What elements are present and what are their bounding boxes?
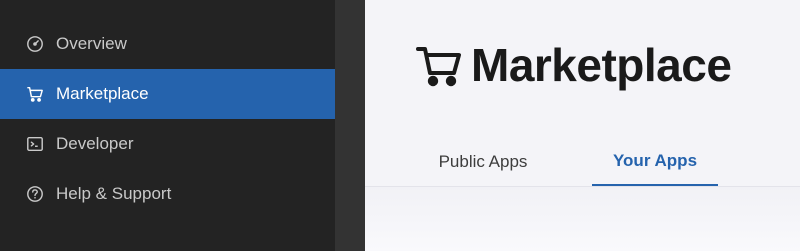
main-panel: Marketplace Public Apps Your Apps bbox=[365, 0, 800, 251]
tab-content bbox=[365, 187, 800, 251]
tab-bar: Public Apps Your Apps bbox=[365, 138, 800, 187]
cart-icon bbox=[415, 41, 463, 89]
sidebar-item-overview[interactable]: Overview bbox=[0, 19, 335, 69]
page-header: Marketplace bbox=[415, 38, 732, 92]
sidebar-item-developer[interactable]: Developer bbox=[0, 119, 335, 169]
tab-your-apps[interactable]: Your Apps bbox=[592, 138, 718, 186]
sidebar: Overview Marketplace Developer Help & Su… bbox=[0, 0, 335, 251]
sidebar-item-label: Marketplace bbox=[56, 84, 149, 103]
cart-icon bbox=[25, 84, 45, 104]
sidebar-divider bbox=[335, 0, 365, 251]
sidebar-item-marketplace[interactable]: Marketplace bbox=[0, 69, 335, 119]
tab-label: Public Apps bbox=[438, 151, 528, 171]
sidebar-item-help[interactable]: Help & Support bbox=[0, 169, 335, 219]
sidebar-item-label: Developer bbox=[56, 134, 134, 153]
sidebar-item-label: Overview bbox=[56, 34, 127, 53]
gauge-icon bbox=[25, 34, 45, 54]
sidebar-item-label: Help & Support bbox=[56, 184, 172, 203]
help-circle-icon bbox=[25, 184, 45, 204]
page-title: Marketplace bbox=[471, 39, 732, 91]
tab-label: Your Apps bbox=[612, 151, 698, 170]
tab-public-apps[interactable]: Public Apps bbox=[419, 138, 547, 185]
terminal-icon bbox=[25, 134, 45, 154]
